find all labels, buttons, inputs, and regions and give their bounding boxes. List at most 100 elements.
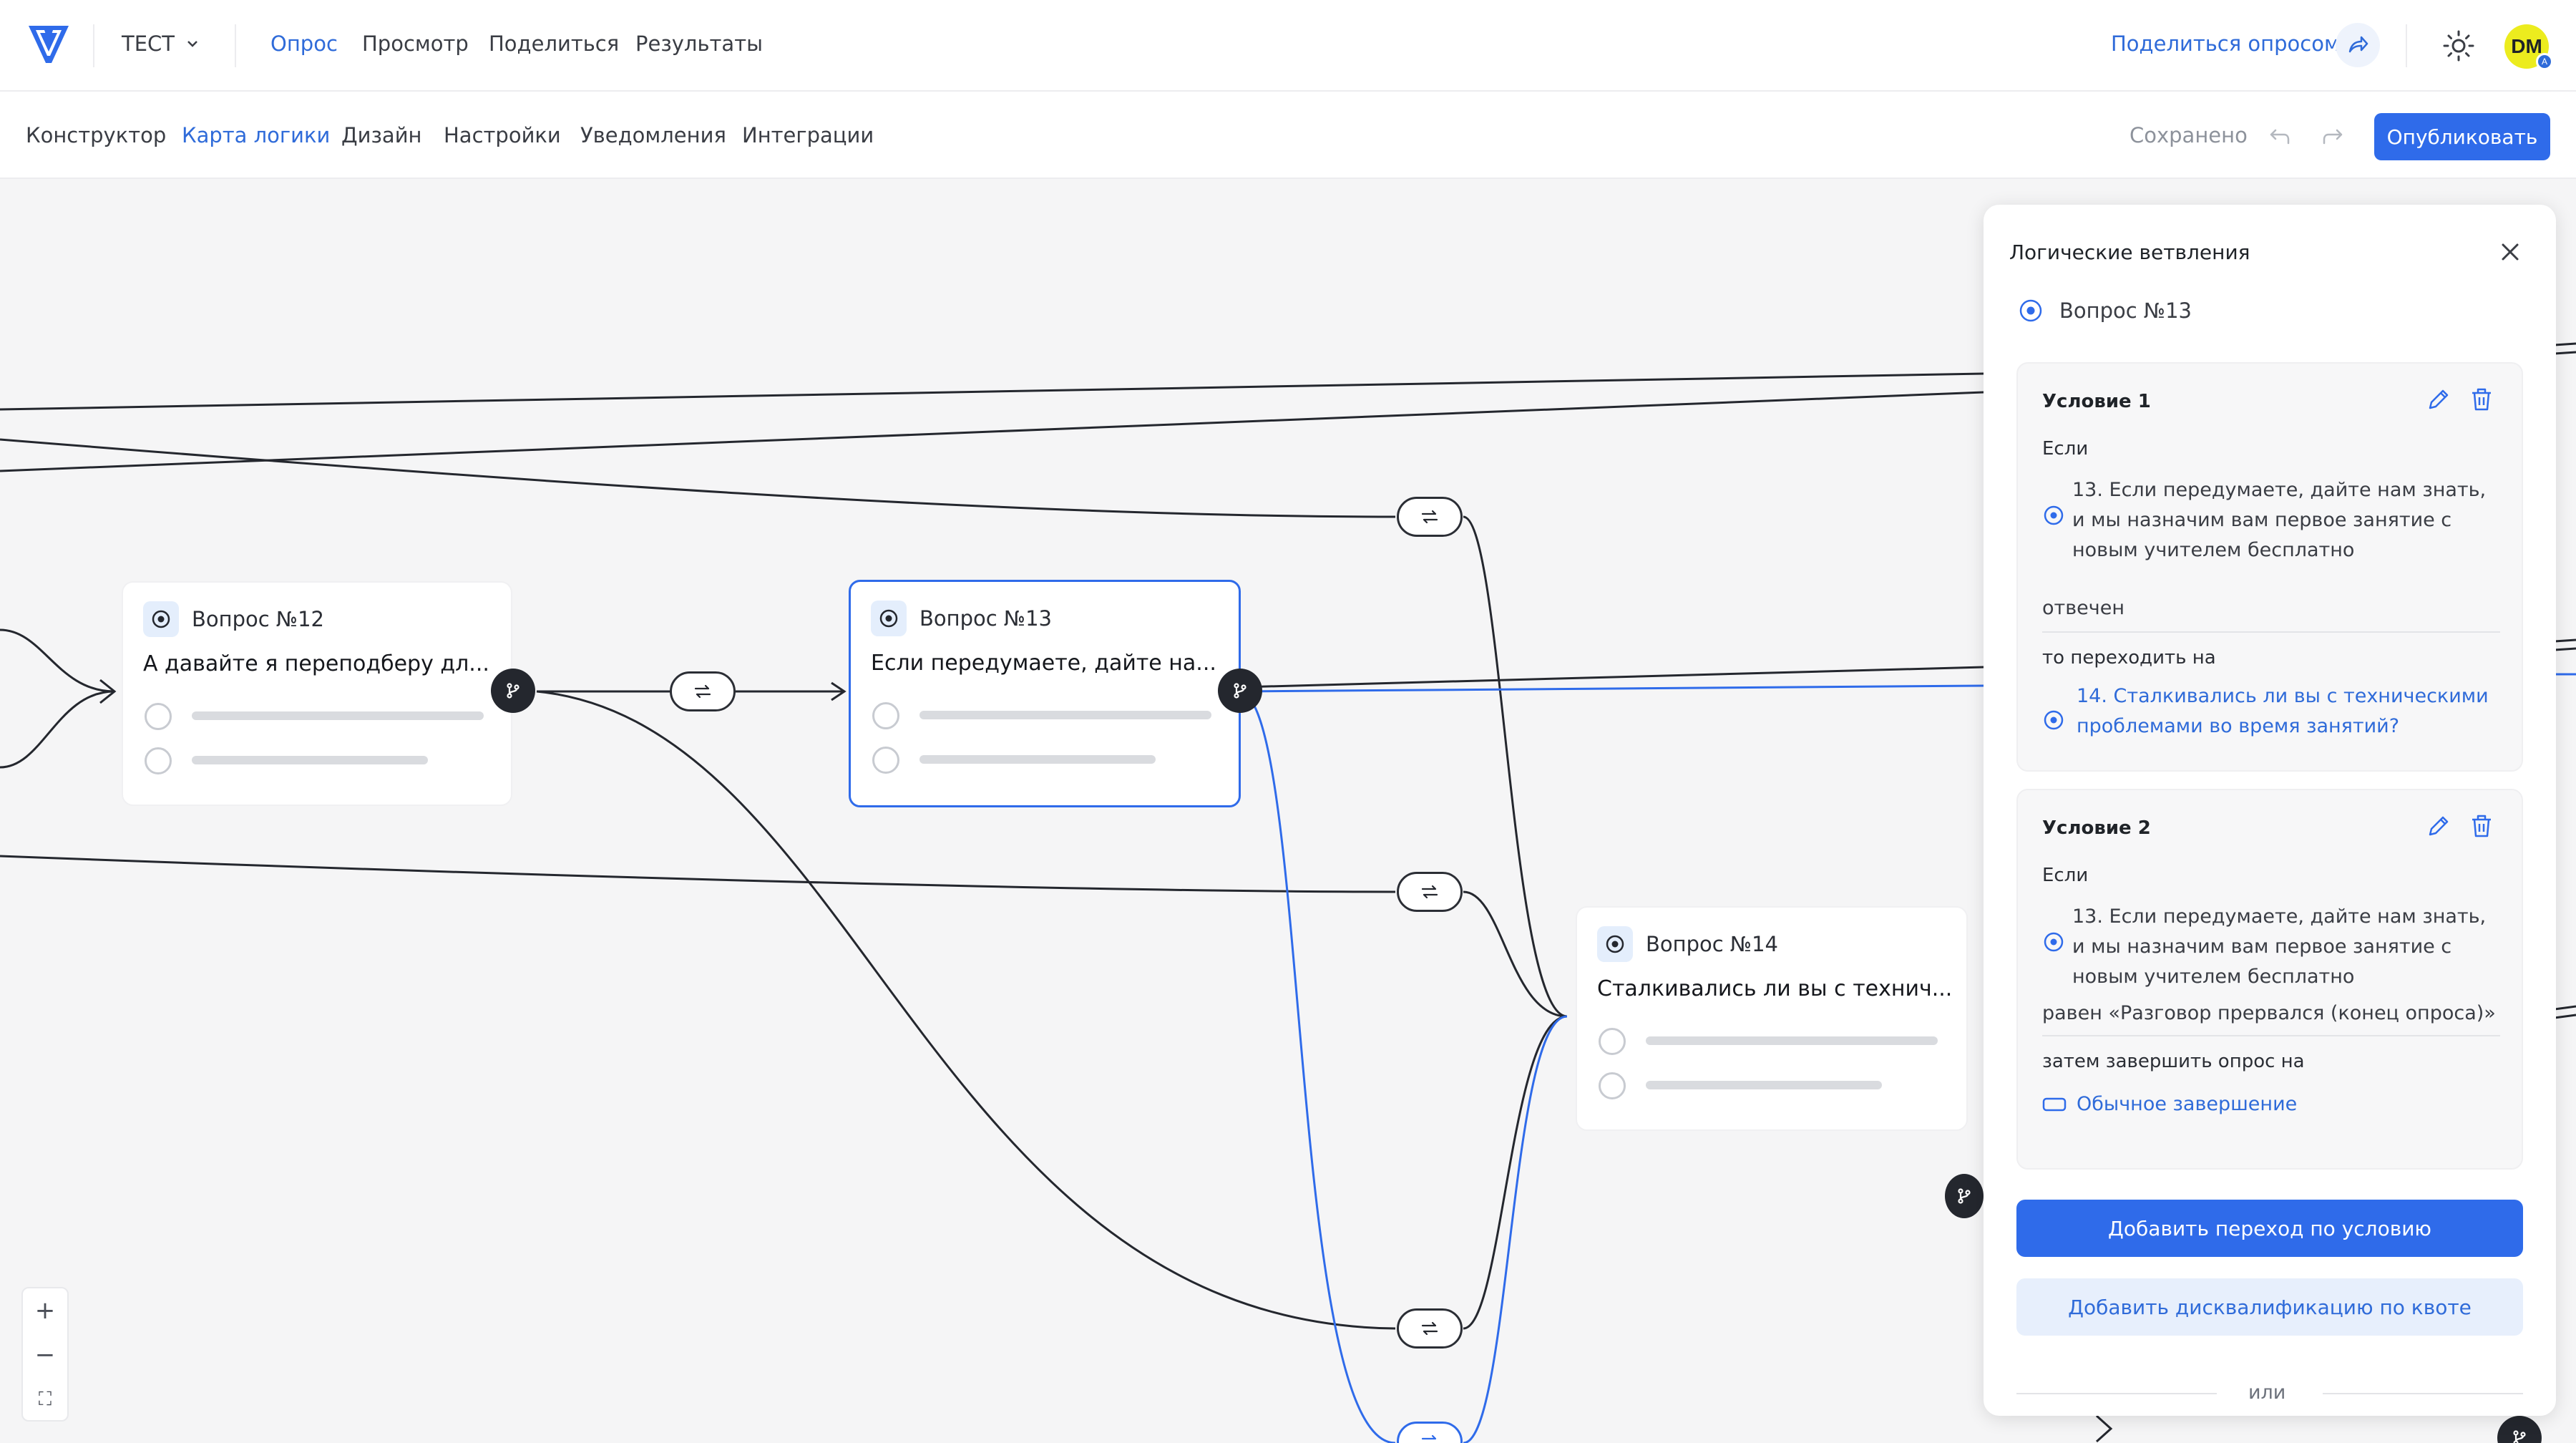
share-button[interactable] (2336, 23, 2380, 67)
branch-icon (1958, 1188, 1971, 1204)
condition-card-2: Условие 2 Если 13. Если передумаете, дай… (2016, 789, 2523, 1170)
divider (2042, 1035, 2500, 1036)
chevron-down-icon (187, 41, 197, 47)
tab-settings[interactable]: Настройки (444, 123, 561, 147)
trash-icon[interactable] (2467, 385, 2496, 414)
then-label: затем завершить опрос на (2042, 1051, 2305, 1072)
branch-button[interactable] (491, 669, 535, 713)
tab-logic-map[interactable]: Карта логики (182, 123, 330, 147)
option-placeholder (919, 711, 1211, 719)
condition-operator: отвечен (2042, 597, 2124, 619)
branch-icon (2513, 1430, 2526, 1443)
edge (2554, 1014, 2576, 1019)
add-condition-button[interactable]: Добавить переход по условию (2016, 1200, 2523, 1257)
edge (0, 690, 115, 769)
share-survey-link[interactable]: Поделиться опросом (2111, 31, 2340, 56)
edge-condition-pill[interactable] (1397, 1422, 1463, 1443)
nav-preview[interactable]: Просмотр (362, 31, 469, 56)
edge-condition-pill[interactable] (1397, 497, 1463, 537)
zoom-controls: + − ⛶ (21, 1287, 69, 1422)
radio-question-icon (1597, 926, 1633, 962)
question-label: Вопрос №12 (192, 607, 324, 631)
edge (2554, 1005, 2576, 1011)
zoom-in-button[interactable]: + (23, 1288, 67, 1333)
panel-question: Вопрос №13 (2018, 298, 2192, 324)
question-card-header: Вопрос №12 (143, 601, 324, 637)
branch-button[interactable] (1218, 669, 1262, 713)
question-card-14[interactable]: Вопрос №14 Сталкивались ли вы с технич..… (1576, 906, 1968, 1131)
tab-integrations[interactable]: Интеграции (742, 123, 874, 147)
condition-question-text: 13. Если передумаете, дайте нам знать, и… (2072, 479, 2487, 561)
option-placeholder (192, 711, 484, 720)
survey-selector[interactable]: ТЕСТ (122, 31, 200, 56)
nav-survey[interactable]: Опрос (270, 31, 338, 56)
redo-icon[interactable] (2318, 122, 2347, 150)
add-quota-button[interactable]: Добавить дисквалификацию по квоте (2016, 1278, 2523, 1336)
option-radio (145, 747, 172, 774)
option-radio (872, 747, 899, 774)
branch-icon (1234, 683, 1246, 699)
divider (93, 24, 94, 67)
question-card-12[interactable]: Вопрос №12 А давайте я переподберу дл... (122, 581, 512, 806)
radio-question-icon (2044, 710, 2064, 730)
radio-question-icon (143, 601, 179, 637)
swap-icon (1421, 1434, 1437, 1440)
panel-title: Логические ветвления (2009, 240, 2250, 264)
condition-title: Условие 1 (2042, 391, 2151, 412)
selected-edge (1240, 690, 1396, 1443)
then-label: то переходить на (2042, 647, 2216, 669)
edit-icon[interactable] (2424, 385, 2453, 414)
option-radio (1599, 1028, 1626, 1055)
swap-icon (1421, 1321, 1438, 1336)
edge (1240, 666, 1984, 689)
radio-question-icon (2044, 932, 2064, 952)
option-placeholder (1646, 1081, 1882, 1089)
edge (0, 855, 1396, 893)
saved-status: Сохранено (2129, 123, 2248, 147)
option-radio (145, 703, 172, 730)
swap-icon (1421, 510, 1438, 524)
undo-icon[interactable] (2265, 122, 2294, 150)
question-label: Вопрос №14 (1646, 932, 1778, 956)
tab-constructor[interactable]: Конструктор (26, 123, 166, 147)
question-card-header: Вопрос №13 (871, 601, 1052, 636)
option-placeholder (192, 756, 428, 764)
avatar-badge: A (2536, 53, 2553, 70)
divider (2323, 1393, 2523, 1394)
or-label: или (2248, 1381, 2286, 1404)
nav-share[interactable]: Поделиться (489, 31, 619, 56)
edge (2554, 647, 2576, 651)
close-icon[interactable] (2497, 239, 2523, 265)
branch-button[interactable] (1945, 1174, 1984, 1218)
edge-condition-pill[interactable] (1397, 872, 1463, 912)
condition-target-link[interactable]: Обычное завершение (2077, 1089, 2499, 1119)
nav-results[interactable]: Результаты (635, 31, 763, 56)
panel-question-label: Вопрос №13 (2059, 298, 2192, 323)
question-label: Вопрос №13 (919, 606, 1052, 631)
edge-condition-pill[interactable] (1397, 1308, 1463, 1349)
condition-question-text: 13. Если передумаете, дайте нам знать, и… (2072, 905, 2487, 988)
fit-view-button[interactable]: ⛶ (23, 1377, 67, 1422)
question-card-header: Вопрос №14 (1597, 926, 1778, 962)
edge (0, 628, 115, 693)
trash-icon[interactable] (2467, 812, 2496, 840)
radio-question-icon (2044, 505, 2064, 525)
swap-icon (694, 684, 711, 699)
option-placeholder (1646, 1036, 1938, 1045)
tab-design[interactable]: Дизайн (341, 123, 422, 147)
option-radio (872, 702, 899, 729)
edge-condition-pill[interactable] (670, 671, 736, 711)
zoom-out-button[interactable]: − (23, 1333, 67, 1377)
app-logo-icon[interactable] (26, 21, 72, 67)
theme-toggle-icon[interactable] (2441, 29, 2476, 63)
edge (1463, 515, 1568, 1018)
swap-icon (1421, 885, 1438, 899)
branch-icon (507, 683, 519, 699)
if-label: Если (2042, 438, 2089, 460)
condition-target-link[interactable]: 14. Сталкивались ли вы с техническими пр… (2077, 681, 2499, 742)
radio-question-icon (871, 601, 907, 636)
edit-icon[interactable] (2424, 812, 2453, 840)
question-card-13[interactable]: Вопрос №13 Если передумаете, дайте на... (849, 580, 1241, 807)
publish-button[interactable]: Опубликовать (2374, 113, 2550, 160)
tab-notifications[interactable]: Уведомления (580, 123, 726, 147)
